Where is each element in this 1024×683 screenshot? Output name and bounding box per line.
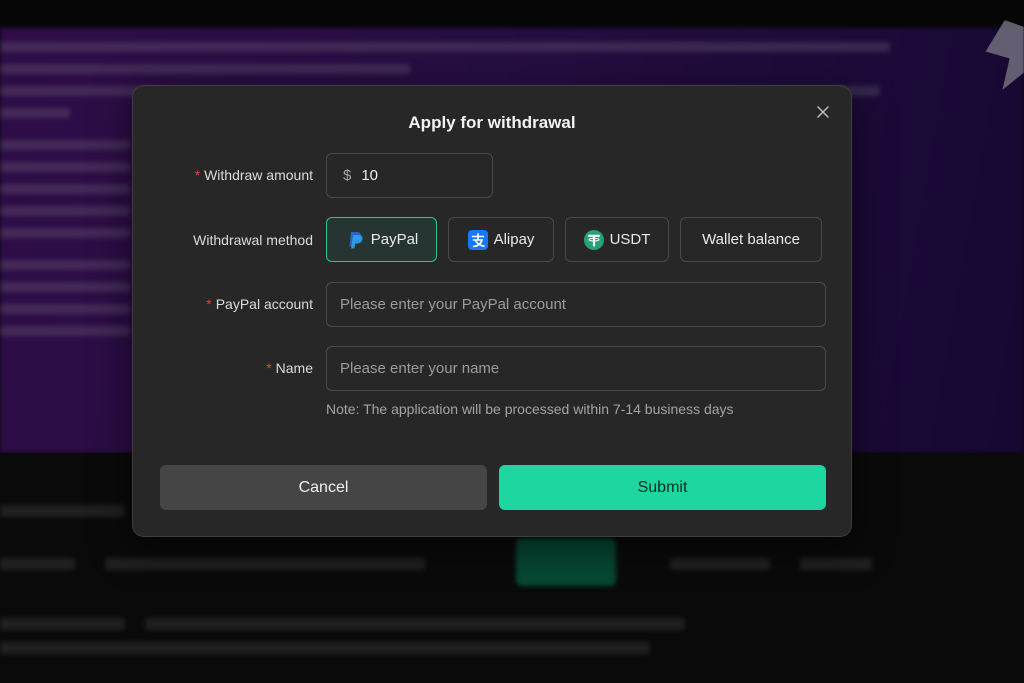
withdraw-amount-input[interactable]: $ 10 xyxy=(326,153,493,198)
withdraw-amount-value: 10 xyxy=(361,167,379,184)
withdrawal-method-label: Withdrawal method xyxy=(193,232,313,248)
currency-symbol: $ xyxy=(343,167,352,184)
method-option-wallet-balance[interactable]: Wallet balance xyxy=(680,217,822,262)
method-option-label: PayPal xyxy=(370,231,419,248)
method-option-label: Alipay xyxy=(493,231,535,248)
name-label: * Name xyxy=(266,360,313,376)
withdrawal-modal: Apply for withdrawal * Withdraw amount $ … xyxy=(132,85,852,537)
modal-title: Apply for withdrawal xyxy=(408,113,576,132)
paypal-icon xyxy=(345,230,365,250)
paypal-account-input[interactable] xyxy=(326,282,826,327)
required-mark: * xyxy=(206,296,212,312)
submit-button[interactable]: Submit xyxy=(499,465,826,510)
close-button[interactable] xyxy=(813,102,833,122)
close-icon xyxy=(817,106,829,118)
name-input[interactable] xyxy=(326,346,826,391)
withdraw-amount-label: * Withdraw amount xyxy=(194,167,313,183)
method-option-label: Wallet balance xyxy=(702,231,800,248)
required-mark: * xyxy=(194,167,201,183)
method-option-label: USDT xyxy=(609,231,651,248)
cancel-button[interactable]: Cancel xyxy=(160,465,487,510)
method-option-alipay[interactable]: Alipay xyxy=(448,217,554,262)
method-option-usdt[interactable]: USDT xyxy=(565,217,669,262)
method-option-paypal[interactable]: PayPal xyxy=(326,217,437,262)
usdt-icon xyxy=(583,229,604,250)
processing-note: Note: The application will be processed … xyxy=(326,401,734,417)
paypal-account-label: * PayPal account xyxy=(206,296,313,312)
alipay-icon xyxy=(467,229,488,250)
required-mark: * xyxy=(266,360,272,376)
